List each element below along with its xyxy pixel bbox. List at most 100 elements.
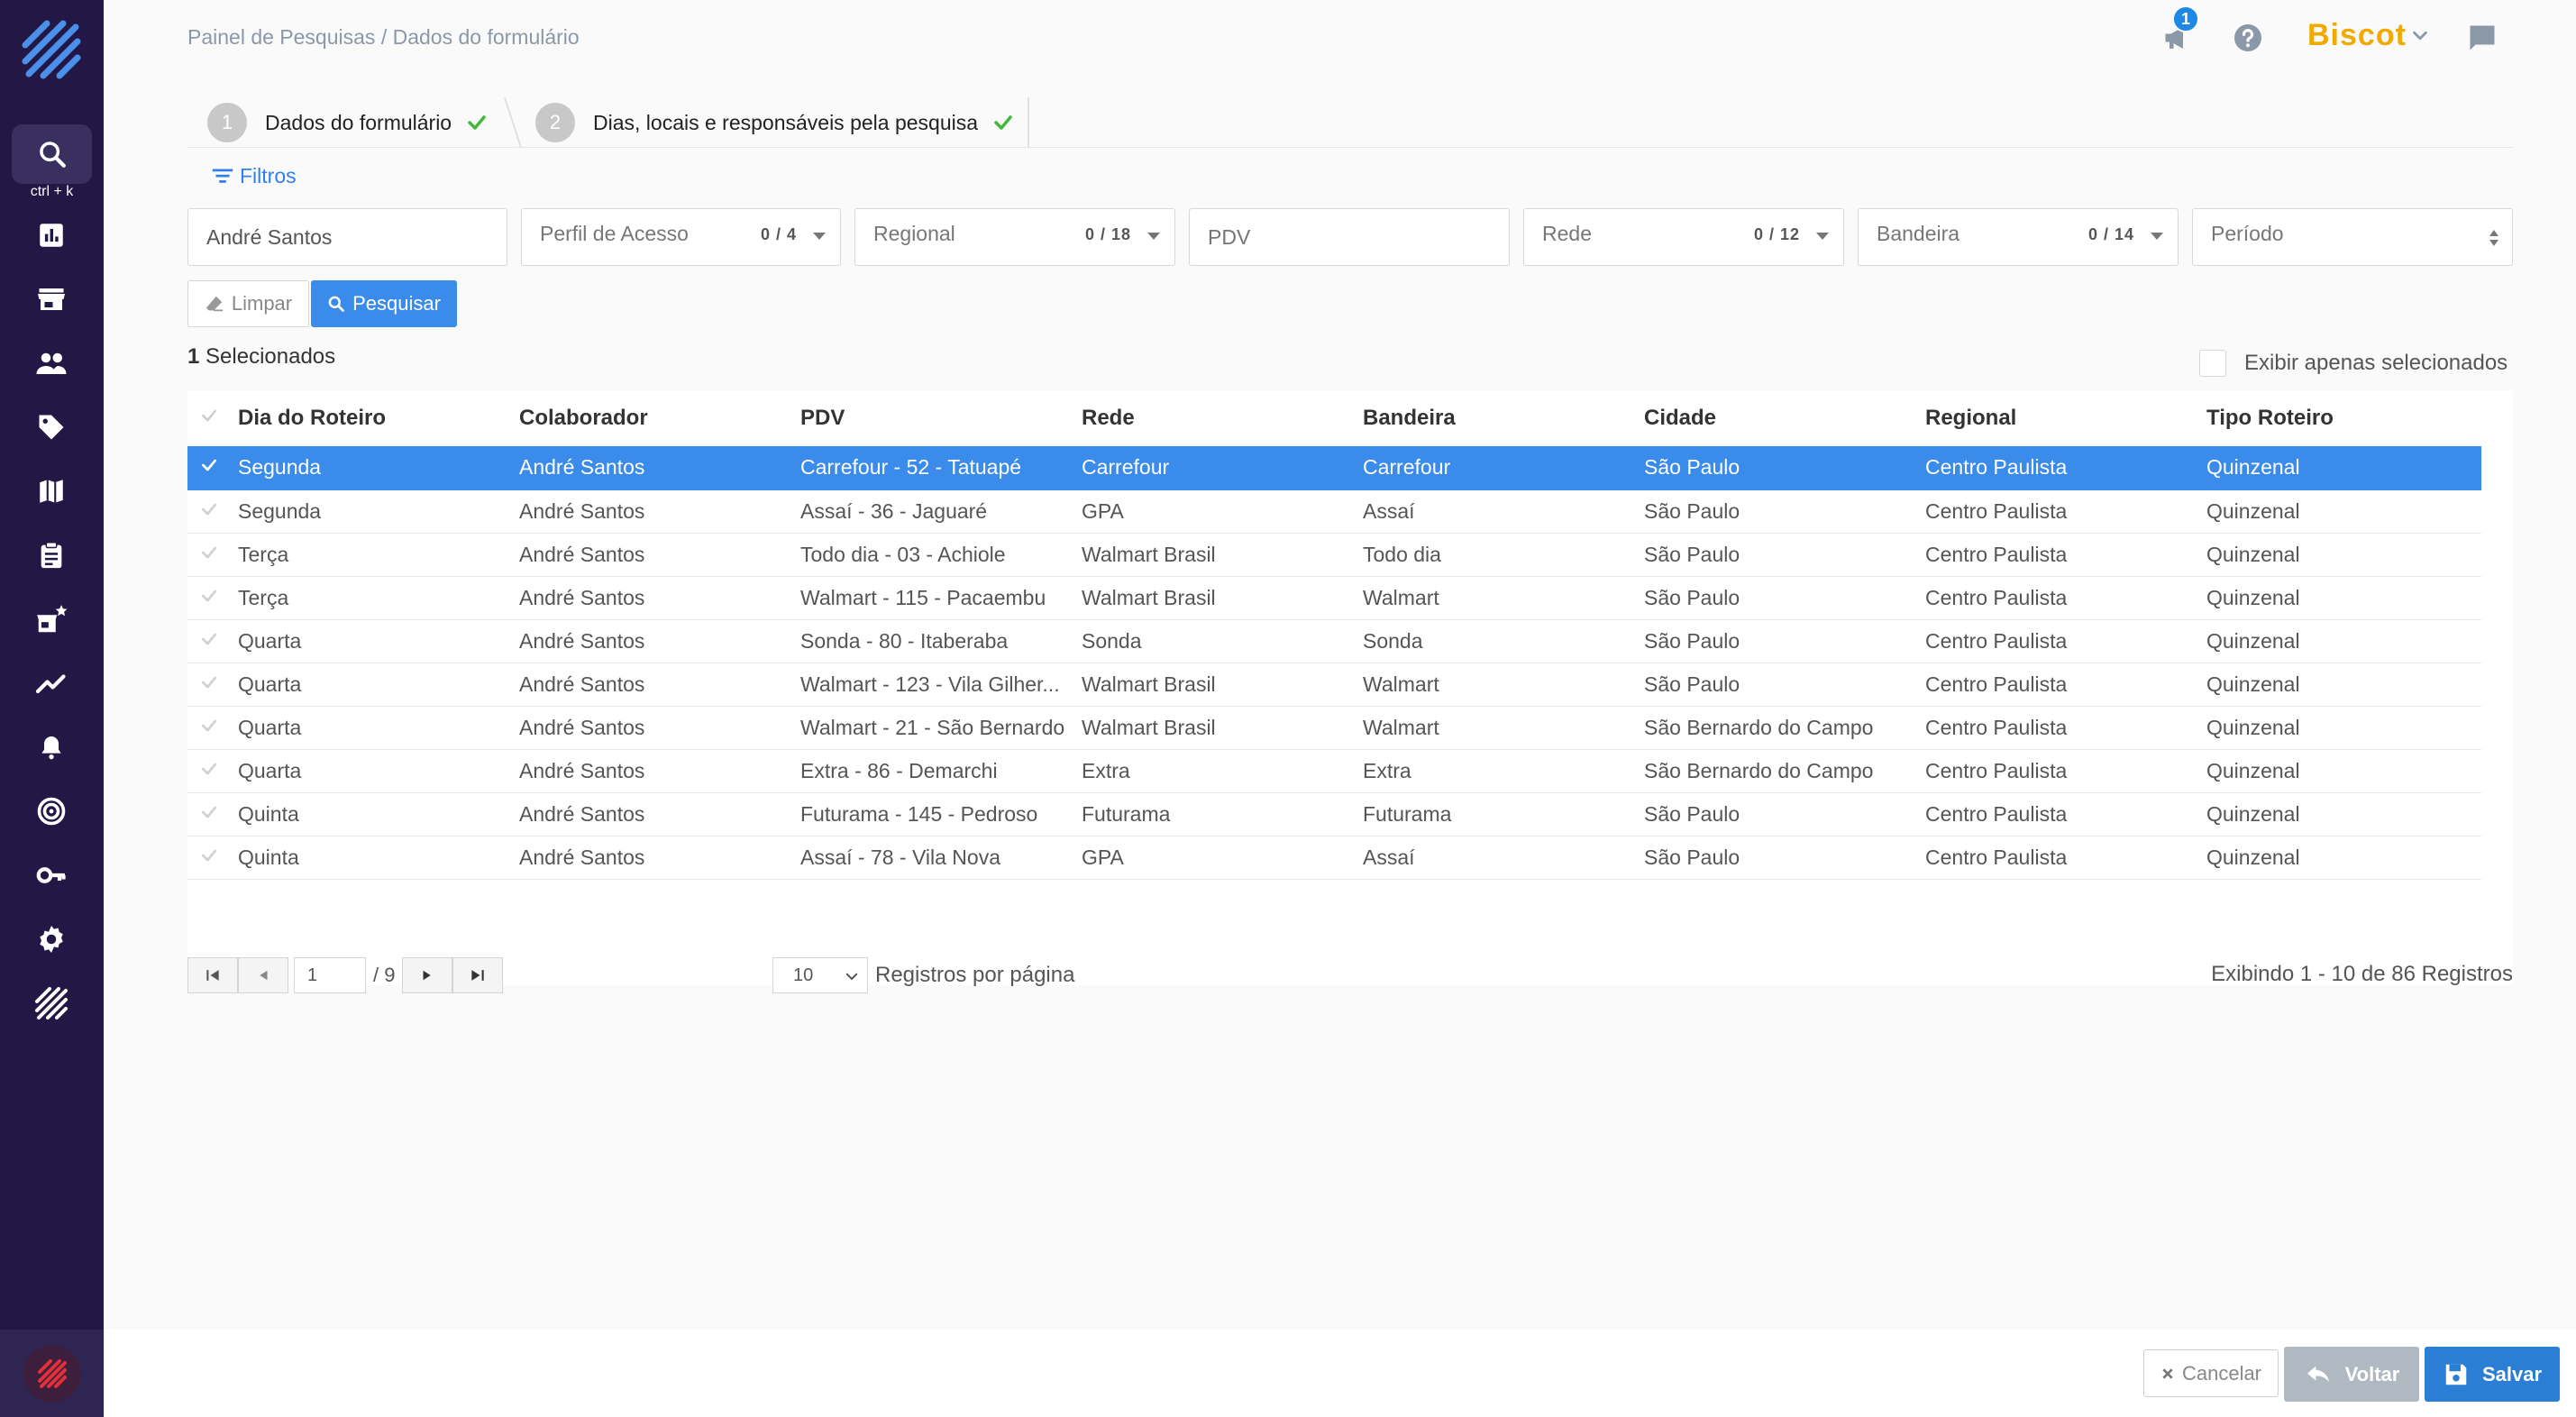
row-checkbox[interactable] [187, 663, 231, 707]
sidebar-item-settings[interactable] [32, 919, 71, 959]
table-cell: Walmart - 21 - São Bernardo [793, 706, 1074, 750]
regional-label: Regional [873, 222, 955, 245]
check-icon [202, 849, 216, 861]
row-checkbox[interactable] [187, 749, 231, 793]
table-row[interactable]: Quinta André Santos Futurama - 145 - Pedro… [187, 792, 2481, 836]
only-selected-toggle[interactable]: Exibir apenas selecionados [2199, 350, 2507, 377]
sidebar-item-users[interactable] [32, 343, 71, 383]
table-row[interactable]: Terça André Santos Todo dia - 03 - Achiole… [187, 533, 2481, 577]
sidebar-search-button[interactable] [12, 124, 92, 184]
row-checkbox[interactable] [187, 489, 231, 534]
breadcrumb-root[interactable]: Painel de Pesquisas [187, 25, 375, 49]
table-row[interactable]: Terça André Santos Walmart - 115 - Pacaemb… [187, 576, 2481, 620]
sidebar-item-dashboard[interactable] [32, 215, 71, 255]
pdv-input[interactable] [1190, 209, 1509, 265]
perfil-acesso-select[interactable]: Perfil de Acesso 0 / 4 [521, 208, 841, 266]
sidebar-item-targets[interactable] [32, 791, 71, 831]
row-checkbox[interactable] [187, 533, 231, 577]
column-header[interactable]: Colaborador [512, 390, 793, 446]
caret-down-icon [813, 233, 826, 240]
table-row[interactable]: Quarta André Santos Walmart - 21 - São Ber… [187, 706, 2481, 750]
table-row[interactable]: Quarta André Santos Walmart - 123 - Vila G… [187, 663, 2481, 707]
bandeira-select[interactable]: Bandeira 0 / 14 [1858, 208, 2179, 266]
last-page-button[interactable] [452, 957, 504, 993]
column-header[interactable]: Cidade [1637, 390, 1918, 446]
table-cell: Centro Paulista [1918, 706, 2199, 750]
user-avatar[interactable] [23, 1344, 81, 1403]
brand-chevron-down-icon[interactable] [2410, 25, 2430, 50]
only-selected-checkbox[interactable] [2199, 350, 2226, 377]
pdv-filter[interactable] [1189, 208, 1510, 266]
select-all-checkbox[interactable] [187, 390, 231, 446]
periodo-select[interactable]: Período [2192, 208, 2513, 266]
table-body: Segunda André Santos Carrefour - 52 - Tatu… [187, 446, 2481, 880]
table-cell: Quinzenal [2199, 446, 2481, 490]
column-header[interactable]: Bandeira [1356, 390, 1637, 446]
step-2[interactable]: 2 Dias, locais e responsáveis pela pesqu… [535, 97, 1014, 148]
column-header[interactable]: Tipo Roteiro [2199, 390, 2481, 446]
row-checkbox[interactable] [187, 619, 231, 663]
table-cell: Carrefour [1356, 446, 1637, 490]
table-row[interactable]: Quarta André Santos Sonda - 80 - Itaberaba… [187, 619, 2481, 663]
clear-button[interactable]: Limpar [187, 280, 309, 327]
sidebar-item-featured-stores[interactable] [32, 599, 71, 639]
column-header[interactable]: Dia do Roteiro [231, 390, 512, 446]
sidebar-item-tags[interactable] [32, 407, 71, 447]
sidebar-item-map[interactable] [32, 471, 71, 511]
sidebar-item-notifications[interactable] [32, 727, 71, 767]
back-button[interactable]: Voltar [2284, 1347, 2419, 1402]
search-label: Pesquisar [352, 292, 441, 315]
table-cell: São Paulo [1637, 792, 1918, 836]
row-checkbox[interactable] [187, 446, 231, 490]
check-icon [202, 806, 216, 818]
caret-down-icon [2151, 233, 2163, 240]
bandeira-label: Bandeira [1877, 222, 1960, 245]
map-icon [40, 480, 63, 503]
page-number-input[interactable]: 1 [294, 957, 366, 993]
per-page-value: 10 [793, 964, 814, 985]
regional-select[interactable]: Regional 0 / 18 [854, 208, 1175, 266]
search-button[interactable]: Pesquisar [311, 280, 457, 327]
column-header[interactable]: Regional [1918, 390, 2199, 446]
collaborator-input[interactable] [188, 209, 507, 265]
column-header[interactable]: PDV [793, 390, 1074, 446]
table-row[interactable]: Segunda André Santos Carrefour - 52 - Tatu… [187, 446, 2481, 490]
step-divider [1028, 97, 1029, 148]
prev-page-button[interactable] [238, 957, 288, 993]
help-button[interactable] [2228, 18, 2268, 58]
collaborator-filter[interactable] [187, 208, 507, 266]
sidebar-item-surveys[interactable] [32, 535, 71, 575]
next-page-button[interactable] [402, 957, 453, 993]
table-cell: André Santos [512, 749, 793, 793]
table-row[interactable]: Quinta André Santos Assaí - 78 - Vila Nova… [187, 836, 2481, 880]
breadcrumb-current: Dados do formulário [392, 25, 580, 49]
per-page-select[interactable]: 10 [772, 957, 868, 993]
sidebar-item-analytics[interactable] [32, 663, 71, 703]
step-1[interactable]: 1 Dados do formulário [207, 97, 488, 148]
cancel-label: Cancelar [2181, 1361, 2262, 1385]
app-logo-icon[interactable] [20, 18, 83, 81]
row-checkbox[interactable] [187, 576, 231, 620]
table-cell: Assaí [1356, 489, 1637, 534]
rede-select[interactable]: Rede 0 / 12 [1523, 208, 1844, 266]
sidebar-item-brand[interactable] [32, 983, 71, 1023]
chat-button[interactable] [2462, 18, 2502, 58]
row-checkbox[interactable] [187, 706, 231, 750]
sidebar-item-access-keys[interactable] [32, 855, 71, 895]
table-row[interactable]: Segunda André Santos Assaí - 36 - Jaguaré G… [187, 489, 2481, 534]
table-cell: André Santos [512, 446, 793, 490]
sidebar-item-stores[interactable] [32, 279, 71, 319]
row-checkbox[interactable] [187, 792, 231, 836]
cancel-button[interactable]: Cancelar [2143, 1349, 2279, 1397]
save-button[interactable]: Salvar [2425, 1347, 2560, 1402]
table-cell: Assaí - 36 - Jaguaré [793, 489, 1074, 534]
caret-down-icon [1816, 233, 1829, 240]
table-cell: São Paulo [1637, 533, 1918, 577]
table-cell: Terça [231, 533, 512, 577]
column-header[interactable]: Rede [1074, 390, 1356, 446]
filters-toggle[interactable]: Filtros [209, 162, 297, 189]
brand-logo[interactable]: Biscot [2307, 18, 2407, 53]
first-page-button[interactable] [187, 957, 238, 993]
row-checkbox[interactable] [187, 836, 231, 880]
table-row[interactable]: Quarta André Santos Extra - 86 - Demarchi E… [187, 749, 2481, 793]
